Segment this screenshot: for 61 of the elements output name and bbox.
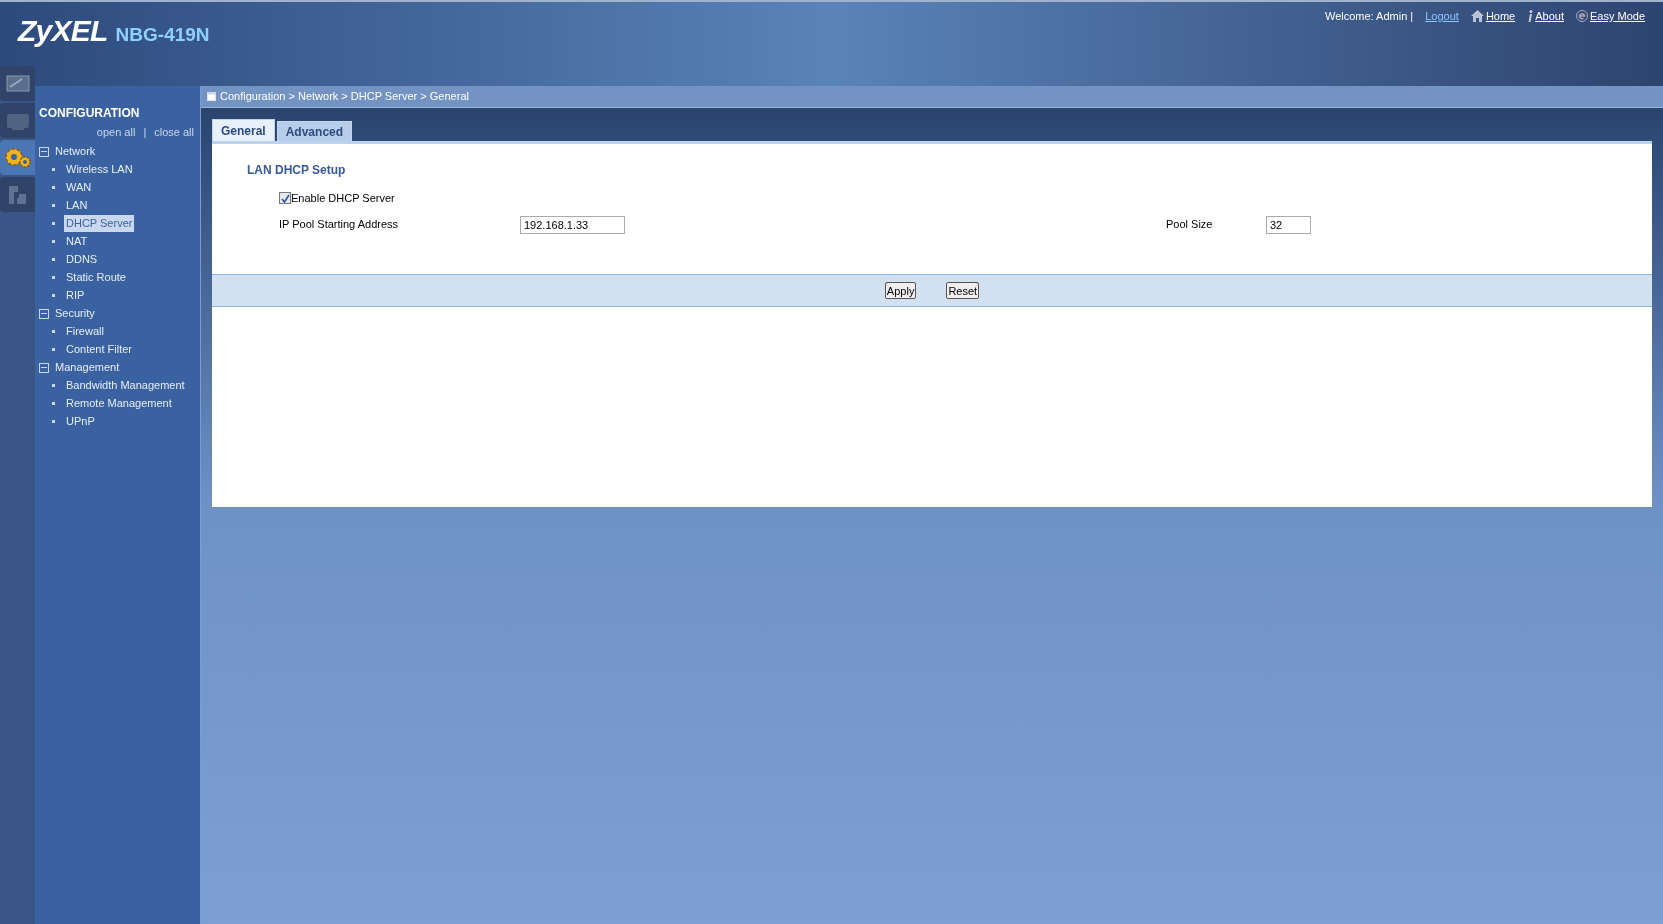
checkbox-label: Enable DHCP Server bbox=[291, 191, 395, 206]
bullet-icon bbox=[52, 348, 55, 351]
tab[interactable]: Advanced bbox=[276, 121, 353, 141]
bullet-icon bbox=[52, 222, 55, 225]
field-label: Pool Size bbox=[1166, 217, 1214, 233]
tree-item[interactable]: DDNS bbox=[64, 251, 100, 268]
bullet-icon bbox=[52, 384, 55, 387]
bullet-icon bbox=[52, 330, 55, 333]
tab[interactable]: General bbox=[212, 119, 275, 141]
bullet-icon bbox=[52, 420, 55, 423]
collapse-icon[interactable] bbox=[39, 308, 49, 319]
breadcrumb: Configuration > Network > DHCP Server > General bbox=[220, 89, 469, 105]
tree-item[interactable]: LAN bbox=[64, 197, 90, 214]
sidebar-title: CONFIGURATION bbox=[39, 105, 141, 122]
tree-item[interactable]: RIP bbox=[64, 287, 87, 304]
separator: | bbox=[143, 125, 147, 140]
tree-item[interactable]: Firewall bbox=[64, 323, 106, 340]
bullet-icon bbox=[52, 276, 55, 279]
tree-group[interactable]: Management bbox=[55, 359, 120, 376]
checkbox[interactable] bbox=[279, 192, 291, 205]
bullet-icon bbox=[52, 294, 55, 297]
bullet-icon bbox=[52, 402, 55, 405]
collapse-icon[interactable] bbox=[39, 146, 49, 157]
collapse-icon[interactable] bbox=[39, 362, 49, 373]
tree-item[interactable]: Bandwidth Management bbox=[64, 377, 187, 394]
close-all-link[interactable]: close all bbox=[154, 124, 194, 141]
tree-item[interactable]: UPnP bbox=[64, 413, 97, 430]
about-link[interactable]: About bbox=[1527, 8, 1564, 25]
info-icon bbox=[1527, 10, 1534, 23]
tree-item[interactable]: WAN bbox=[64, 179, 94, 196]
bullet-icon bbox=[52, 258, 55, 261]
model-name: NBG-419N bbox=[115, 25, 210, 46]
bullet-icon bbox=[52, 204, 55, 207]
pool-size-field[interactable]: 32 bbox=[1266, 215, 1311, 234]
logout-link[interactable]: Logout bbox=[1425, 8, 1459, 25]
open-all-link[interactable]: open all bbox=[96, 124, 136, 141]
start-address-field[interactable]: 192.168.1.33 bbox=[520, 215, 625, 234]
tree-group[interactable]: Network bbox=[55, 143, 96, 160]
apply-button[interactable]: Apply bbox=[884, 282, 917, 299]
tree-item[interactable]: NAT bbox=[64, 233, 90, 250]
monitor-icon[interactable] bbox=[0, 66, 35, 101]
welcome-text: Welcome: Admin | bbox=[1324, 9, 1414, 24]
bullet-icon bbox=[52, 186, 55, 189]
tree-item[interactable]: DHCP Server bbox=[64, 215, 135, 232]
easy-link[interactable]: Easy Mode bbox=[1575, 8, 1645, 25]
tree-item[interactable]: Static Route bbox=[64, 269, 128, 286]
home-link[interactable]: Home bbox=[1470, 8, 1516, 25]
window-icon bbox=[207, 92, 216, 101]
gears-icon[interactable] bbox=[0, 140, 35, 175]
tree-group[interactable]: Security bbox=[55, 305, 95, 322]
bullet-icon bbox=[52, 168, 55, 171]
section-title: LAN DHCP Setup bbox=[247, 162, 347, 179]
tree-item[interactable]: Remote Management bbox=[64, 395, 174, 412]
tree-item[interactable]: Wireless LAN bbox=[64, 161, 135, 178]
bullet-icon bbox=[52, 240, 55, 243]
logo: ZyXEL bbox=[18, 16, 108, 46]
reset-button[interactable]: Reset bbox=[946, 282, 980, 299]
home-icon bbox=[1470, 10, 1484, 23]
letter-e-icon bbox=[1575, 10, 1588, 23]
field-label: IP Pool Starting Address bbox=[279, 217, 400, 233]
tree-item[interactable]: Content Filter bbox=[64, 341, 135, 358]
